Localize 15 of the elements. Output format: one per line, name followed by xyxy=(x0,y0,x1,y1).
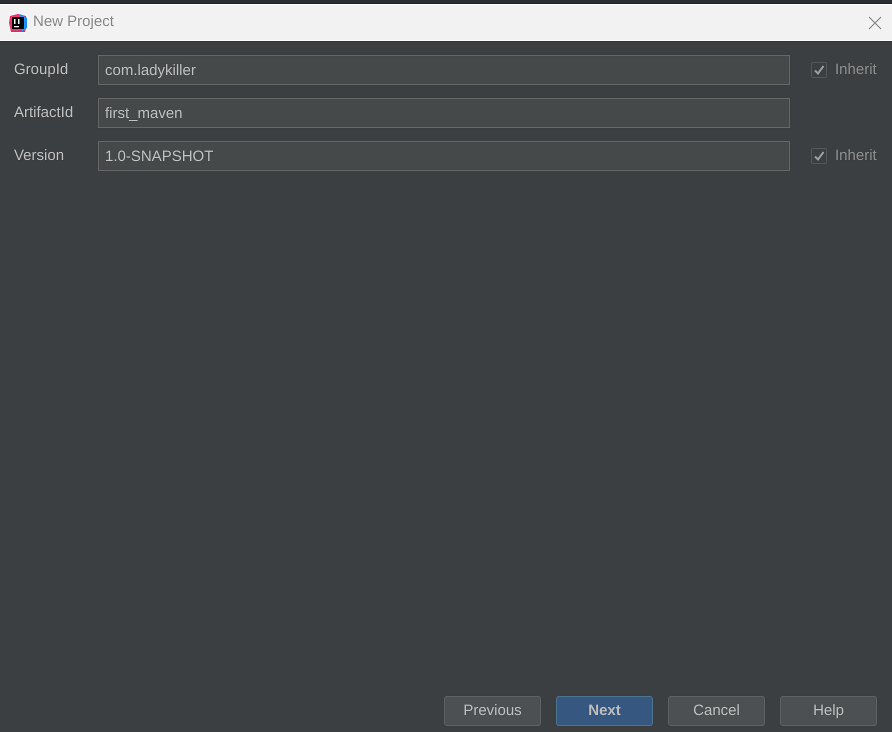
field-label: ArtifactId xyxy=(14,102,74,123)
field-label: Version xyxy=(14,146,66,166)
window-title: New Project xyxy=(33,12,114,32)
checkbox-label: Inherit xyxy=(835,146,877,166)
text-field[interactable]: first_maven xyxy=(98,98,790,128)
checkbox-label: Inherit xyxy=(835,60,877,80)
dialog-button[interactable]: Help xyxy=(780,696,877,726)
app-logo-icon xyxy=(8,12,28,32)
dialog-button[interactable]: Cancel xyxy=(668,696,765,726)
close-icon[interactable] xyxy=(868,16,882,30)
text-field[interactable]: com.ladykiller xyxy=(98,55,790,85)
dialog-button[interactable]: Previous xyxy=(444,696,541,726)
text-field[interactable]: 1.0-SNAPSHOT xyxy=(98,141,790,171)
dialog-button[interactable]: Next xyxy=(556,696,653,726)
field-label: GroupId xyxy=(14,60,70,80)
